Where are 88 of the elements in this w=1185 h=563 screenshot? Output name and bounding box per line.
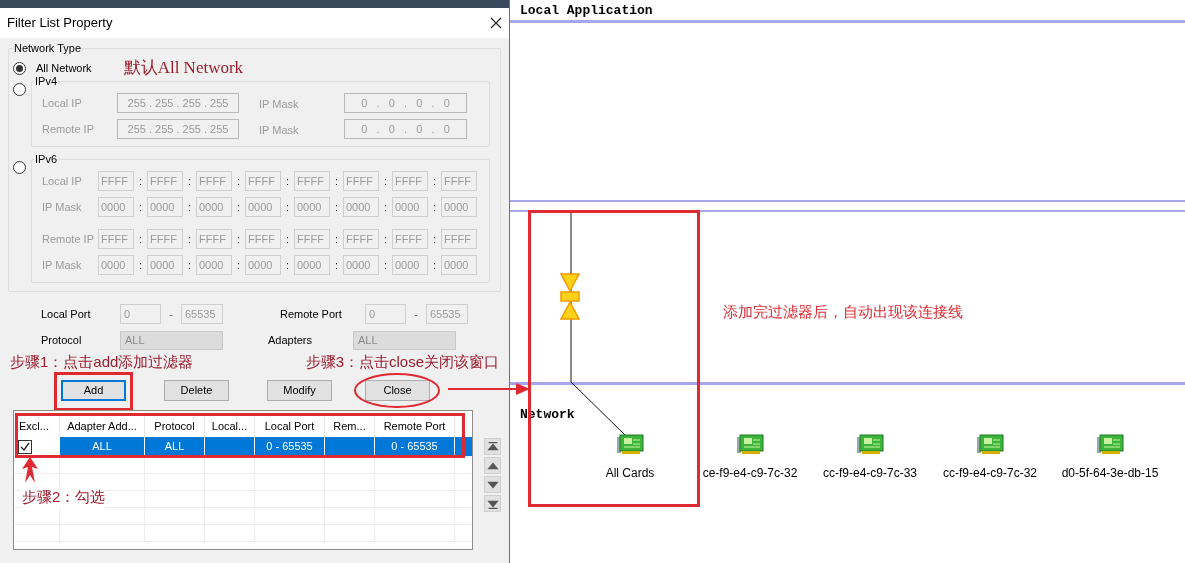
- separator-text: :: [137, 199, 144, 215]
- separator-text: :: [284, 257, 291, 273]
- radio-label[interactable]: IPv6: [34, 152, 58, 166]
- group-label: Network Type: [13, 41, 83, 55]
- scroll-down-icon[interactable]: [484, 476, 501, 493]
- table-cell: ALL: [60, 437, 145, 456]
- close-icon[interactable]: [490, 17, 502, 29]
- card-label: d0-5f-64-3e-db-15: [1061, 465, 1159, 482]
- field-label: Local IP: [42, 95, 83, 111]
- separator-text: :: [431, 173, 438, 189]
- table-cell: 0 - 65535: [255, 437, 325, 456]
- separator-text: :: [382, 173, 389, 189]
- field-label: Remote IP: [42, 231, 95, 247]
- port-field[interactable]: 65535: [426, 304, 468, 324]
- separator-text: :: [333, 231, 340, 247]
- radio-button[interactable]: [13, 83, 26, 96]
- button[interactable]: Modify: [267, 379, 332, 401]
- separator-text: :: [284, 199, 291, 215]
- button[interactable]: Add: [61, 379, 126, 401]
- separator-text: :: [186, 173, 193, 189]
- port-field[interactable]: 65535: [181, 304, 223, 324]
- separator-text: :: [431, 257, 438, 273]
- separator-text: :: [333, 199, 340, 215]
- lane-title: Local Application: [520, 2, 653, 20]
- button[interactable]: Close: [365, 379, 430, 401]
- annotation-text: 添加完过滤器后，自动出现该连接线: [723, 302, 963, 322]
- separator-text: :: [382, 257, 389, 273]
- button[interactable]: Delete: [164, 379, 229, 401]
- radio-label[interactable]: All Network: [36, 59, 92, 77]
- separator-text: -: [413, 306, 419, 322]
- field-label: IP Mask: [259, 123, 300, 139]
- annotation-text: 步骤1：点击add添加过滤器: [10, 351, 194, 372]
- separator-text: :: [431, 199, 438, 215]
- field-label: Remote IP: [42, 121, 95, 137]
- separator-text: -: [168, 306, 174, 322]
- separator-text: :: [284, 173, 291, 189]
- radio-button[interactable]: [13, 61, 26, 75]
- separator-text: :: [333, 257, 340, 273]
- dropdown[interactable]: ALL: [120, 330, 223, 350]
- annotation-text: 默认All Network: [123, 57, 244, 80]
- separator-text: :: [186, 257, 193, 273]
- field-label: IP Mask: [42, 199, 83, 215]
- separator-text: :: [235, 199, 242, 215]
- separator-text: :: [186, 199, 193, 215]
- separator-text: :: [431, 231, 438, 247]
- annotation-arrow: [22, 457, 38, 483]
- radio-label[interactable]: IPv4: [34, 74, 58, 88]
- separator-text: :: [235, 257, 242, 273]
- dropdown[interactable]: ALL: [353, 330, 456, 350]
- checkbox[interactable]: [18, 439, 32, 454]
- card-label: ce-f9-e4-c9-7c-32: [702, 465, 798, 482]
- radio-button[interactable]: [13, 161, 26, 174]
- field-label: Local IP: [42, 173, 83, 189]
- table-cell: 0 - 65535: [375, 437, 455, 456]
- card-label: All Cards: [605, 465, 655, 482]
- port-field[interactable]: 0: [120, 304, 161, 324]
- network-card-icon: [976, 433, 1004, 455]
- separator-text: :: [382, 199, 389, 215]
- network-card-icon: [856, 433, 884, 455]
- card-label: cc-f9-e4-c9-7c-32: [943, 465, 1037, 482]
- scroll-top-icon[interactable]: [484, 438, 501, 455]
- separator-text: :: [284, 231, 291, 247]
- field-label: Protocol: [41, 332, 83, 348]
- separator-text: :: [382, 231, 389, 247]
- field-label: Local Port: [41, 306, 92, 322]
- filter-icon: [559, 273, 581, 320]
- separator-text: :: [137, 257, 144, 273]
- card-label: cc-f9-e4-c9-7c-33: [823, 465, 917, 482]
- field-label: IP Mask: [259, 97, 300, 113]
- separator-text: :: [333, 173, 340, 189]
- separator-text: :: [137, 173, 144, 189]
- network-card-icon: [736, 433, 764, 455]
- separator-text: :: [186, 231, 193, 247]
- separator-text: :: [235, 173, 242, 189]
- scroll-bottom-icon[interactable]: [484, 495, 501, 512]
- separator-text: :: [137, 231, 144, 247]
- table-cell: ALL: [145, 437, 205, 456]
- field-label: Remote Port: [280, 306, 343, 322]
- network-card-icon: [1096, 433, 1124, 455]
- annotation-text: 步骤2：勾选: [22, 486, 106, 509]
- network-card-icon: [616, 433, 644, 455]
- separator-text: :: [235, 231, 242, 247]
- field-label: IP Mask: [42, 257, 83, 273]
- port-field[interactable]: 0: [365, 304, 406, 324]
- field-label: Adapters: [268, 332, 314, 348]
- scroll-up-icon[interactable]: [484, 457, 501, 474]
- window-title: Filter List Property: [7, 14, 113, 33]
- annotation-text: 步骤3：点击close关闭该窗口: [305, 351, 499, 372]
